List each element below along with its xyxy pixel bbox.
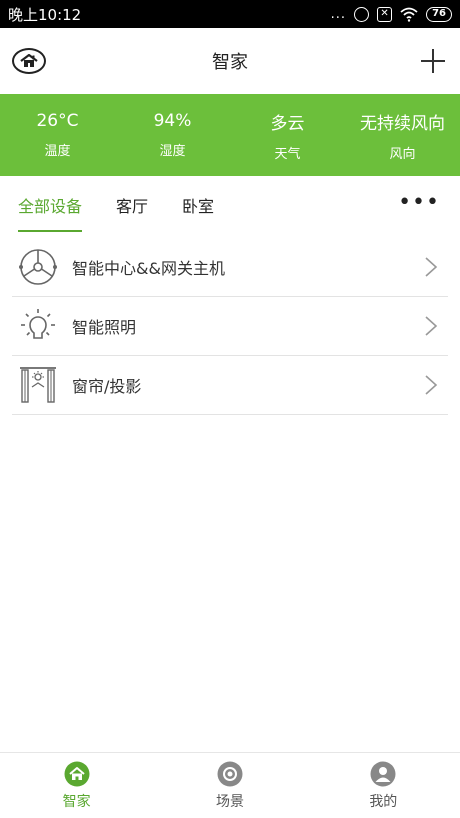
device-item-curtain[interactable]: 窗帘/投影 <box>12 356 448 415</box>
weather-humidity: 94% 湿度 <box>115 94 230 176</box>
bottom-nav: 智家 场景 我的 <box>0 752 460 818</box>
battery-indicator: 76 <box>426 6 452 22</box>
more-icon[interactable]: ••• <box>398 192 440 214</box>
home-icon <box>64 761 90 786</box>
device-item-lighting[interactable]: 智能照明 <box>12 297 448 356</box>
weather-banner: 26°C 温度 94% 湿度 多云 天气 无持续风向 风向 <box>0 94 460 176</box>
nav-label: 场景 <box>215 793 244 810</box>
nav-item-profile[interactable]: 我的 <box>307 753 460 818</box>
room-tabs: 全部设备 客厅 卧室 ••• <box>0 176 460 234</box>
add-icon[interactable] <box>420 48 446 74</box>
nav-label: 我的 <box>369 793 398 810</box>
nav-label: 智家 <box>62 793 91 810</box>
device-name: 窗帘/投影 <box>72 377 142 396</box>
device-name: 智能中心&&网关主机 <box>72 259 225 278</box>
weather-value: 无持续风向 <box>360 113 445 134</box>
weather-temperature: 26°C 温度 <box>0 94 115 176</box>
weather-value: 多云 <box>270 113 305 134</box>
chevron-right-icon <box>425 316 438 336</box>
weather-label: 温度 <box>44 144 71 159</box>
weather-value: 94% <box>153 111 192 131</box>
tab-living-room[interactable]: 客厅 <box>116 176 148 234</box>
nav-item-scene[interactable]: 场景 <box>153 753 306 818</box>
status-icons: ... ✕ 76 <box>330 6 452 22</box>
tab-bedroom[interactable]: 卧室 <box>182 176 214 234</box>
alarm-icon <box>354 6 370 22</box>
weather-condition: 多云 天气 <box>230 94 345 176</box>
notification-dots: ... <box>330 6 347 22</box>
lightbulb-icon <box>16 304 60 348</box>
sim-off-icon: ✕ <box>377 6 393 22</box>
nav-item-home[interactable]: 智家 <box>0 753 153 818</box>
device-name: 智能照明 <box>72 318 137 337</box>
chevron-right-icon <box>425 375 438 395</box>
app-header: 智家 <box>0 28 460 94</box>
gateway-icon <box>16 245 60 289</box>
device-item-gateway[interactable]: 智能中心&&网关主机 <box>12 238 448 297</box>
profile-icon <box>370 761 396 786</box>
tab-all-devices[interactable]: 全部设备 <box>18 176 83 234</box>
weather-value: 26°C <box>36 111 79 131</box>
weather-label: 天气 <box>274 146 301 162</box>
weather-label: 风向 <box>389 146 416 162</box>
status-time: 晚上10:12 <box>8 5 82 24</box>
status-bar: 晚上10:12 ... ✕ 76 <box>0 0 460 28</box>
device-list: 智能中心&&网关主机 智能照明 窗帘/投影 <box>12 238 448 415</box>
weather-wind: 无持续风向 风向 <box>345 94 460 176</box>
curtain-icon <box>16 363 60 407</box>
home-icon[interactable] <box>12 48 46 74</box>
chevron-right-icon <box>425 257 438 277</box>
weather-label: 湿度 <box>159 144 186 159</box>
page-title: 智家 <box>212 52 248 73</box>
scene-icon <box>217 761 243 786</box>
wifi-icon <box>400 7 418 22</box>
